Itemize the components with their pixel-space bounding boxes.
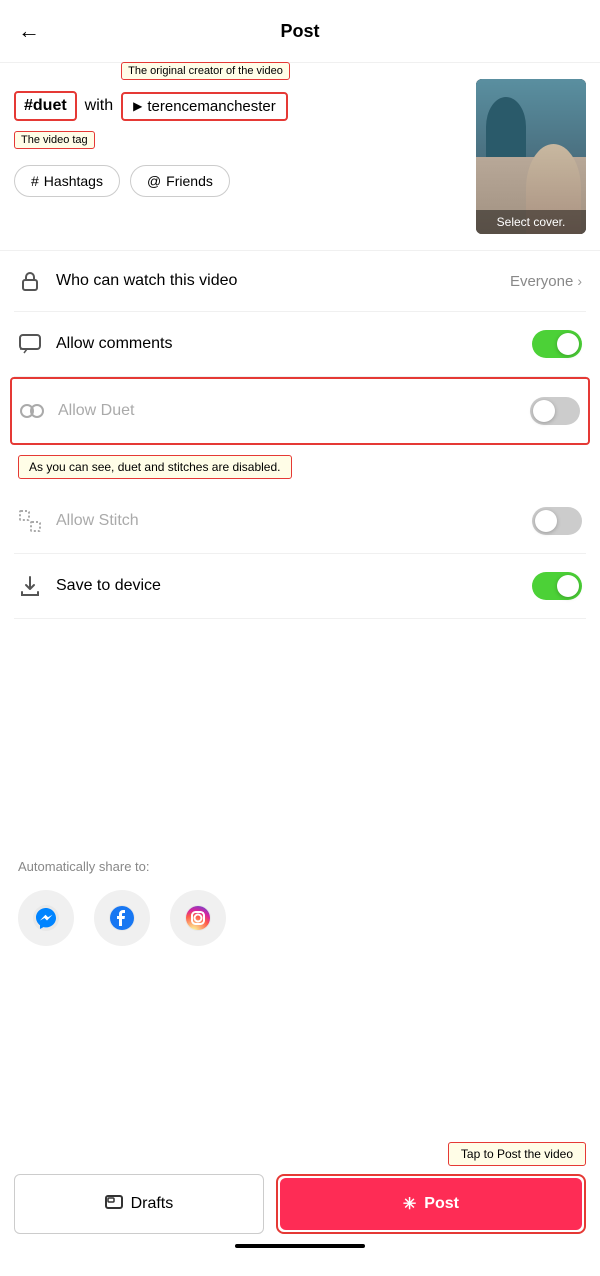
hashtags-button[interactable]: # Hashtags xyxy=(14,165,120,197)
who-can-watch-value: Everyone › xyxy=(510,273,582,290)
hashtag-icon: # xyxy=(31,173,39,189)
hashtag-row: # Hashtags @ Friends xyxy=(14,165,466,197)
description-left: #duet The video tag with The original cr… xyxy=(14,79,466,197)
drafts-button[interactable]: Drafts xyxy=(14,1174,264,1234)
post-annotation: Tap to Post the video xyxy=(448,1142,586,1166)
duet-toggle-knob xyxy=(533,400,555,422)
bottom-area: Tap to Post the video Drafts ✳ Post xyxy=(0,1142,600,1276)
post-btn-border: ✳ Post xyxy=(276,1174,586,1234)
video-thumbnail[interactable]: Select cover. xyxy=(476,79,586,234)
post-label: Post xyxy=(424,1195,459,1213)
settings-section: Who can watch this video Everyone › Allo… xyxy=(0,251,600,619)
allow-comments-row: Allow comments xyxy=(14,312,586,377)
who-can-watch-row[interactable]: Who can watch this video Everyone › xyxy=(14,251,586,312)
save-to-device-toggle[interactable] xyxy=(532,572,582,600)
select-cover-label[interactable]: Select cover. xyxy=(476,210,586,234)
toggle-knob xyxy=(557,333,579,355)
creator-tag[interactable]: ▶ terencemanchester xyxy=(121,92,288,121)
allow-duet-border: Allow Duet xyxy=(10,377,590,445)
duet-annotation: As you can see, duet and stitches are di… xyxy=(18,455,292,479)
home-indicator xyxy=(235,1244,365,1248)
stitch-toggle-knob xyxy=(535,510,557,532)
with-text: with xyxy=(85,97,113,115)
allow-stitch-label: Allow Stitch xyxy=(56,512,518,530)
creator-name: terencemanchester xyxy=(147,98,275,115)
messenger-icon[interactable] xyxy=(18,890,74,946)
video-tag-annotation: The video tag xyxy=(14,131,95,149)
friends-button[interactable]: @ Friends xyxy=(130,165,230,197)
who-can-watch-label: Who can watch this video xyxy=(56,272,496,290)
allow-duet-row: Allow Duet xyxy=(16,379,584,443)
allow-comments-label: Allow comments xyxy=(56,335,518,353)
back-button[interactable]: ← xyxy=(18,14,48,48)
save-to-device-row: Save to device xyxy=(14,554,586,619)
instagram-icon[interactable] xyxy=(170,890,226,946)
description-section: #duet The video tag with The original cr… xyxy=(0,63,600,250)
save-to-device-label: Save to device xyxy=(56,577,518,595)
drafts-label: Drafts xyxy=(131,1195,174,1213)
lock-icon xyxy=(18,269,42,293)
video-tag[interactable]: #duet xyxy=(14,91,77,121)
allow-duet-annotated: Allow Duet As you can see, duet and stit… xyxy=(10,377,590,445)
comment-icon xyxy=(18,332,42,356)
share-icons-row xyxy=(18,890,582,946)
save-toggle-knob xyxy=(557,575,579,597)
creator-annotation: The original creator of the video xyxy=(121,62,290,80)
content-spacer xyxy=(0,619,600,839)
post-button[interactable]: ✳ Post xyxy=(280,1178,582,1230)
allow-stitch-row: Allow Stitch xyxy=(14,489,586,554)
share-section: Automatically share to: xyxy=(0,839,600,956)
facebook-icon[interactable] xyxy=(94,890,150,946)
page-title: Post xyxy=(280,21,319,42)
post-icon: ✳ xyxy=(403,1194,416,1214)
stitch-icon xyxy=(18,509,42,533)
play-icon: ▶ xyxy=(133,99,142,113)
drafts-icon xyxy=(105,1194,123,1215)
action-buttons: Drafts ✳ Post xyxy=(14,1174,586,1234)
hashtags-label: Hashtags xyxy=(44,173,103,189)
save-icon xyxy=(18,574,42,598)
friends-label: Friends xyxy=(166,173,213,189)
share-label: Automatically share to: xyxy=(18,859,582,874)
duet-icon xyxy=(20,399,44,423)
desc-top-row: #duet The video tag with The original cr… xyxy=(14,91,466,121)
chevron-icon: › xyxy=(577,273,582,289)
allow-comments-toggle[interactable] xyxy=(532,330,582,358)
allow-duet-toggle[interactable] xyxy=(530,397,580,425)
allow-duet-label: Allow Duet xyxy=(58,402,516,420)
at-icon: @ xyxy=(147,173,161,189)
allow-stitch-toggle[interactable] xyxy=(532,507,582,535)
post-annotation-wrapper: Tap to Post the video xyxy=(14,1142,586,1166)
header: ← Post xyxy=(0,0,600,63)
